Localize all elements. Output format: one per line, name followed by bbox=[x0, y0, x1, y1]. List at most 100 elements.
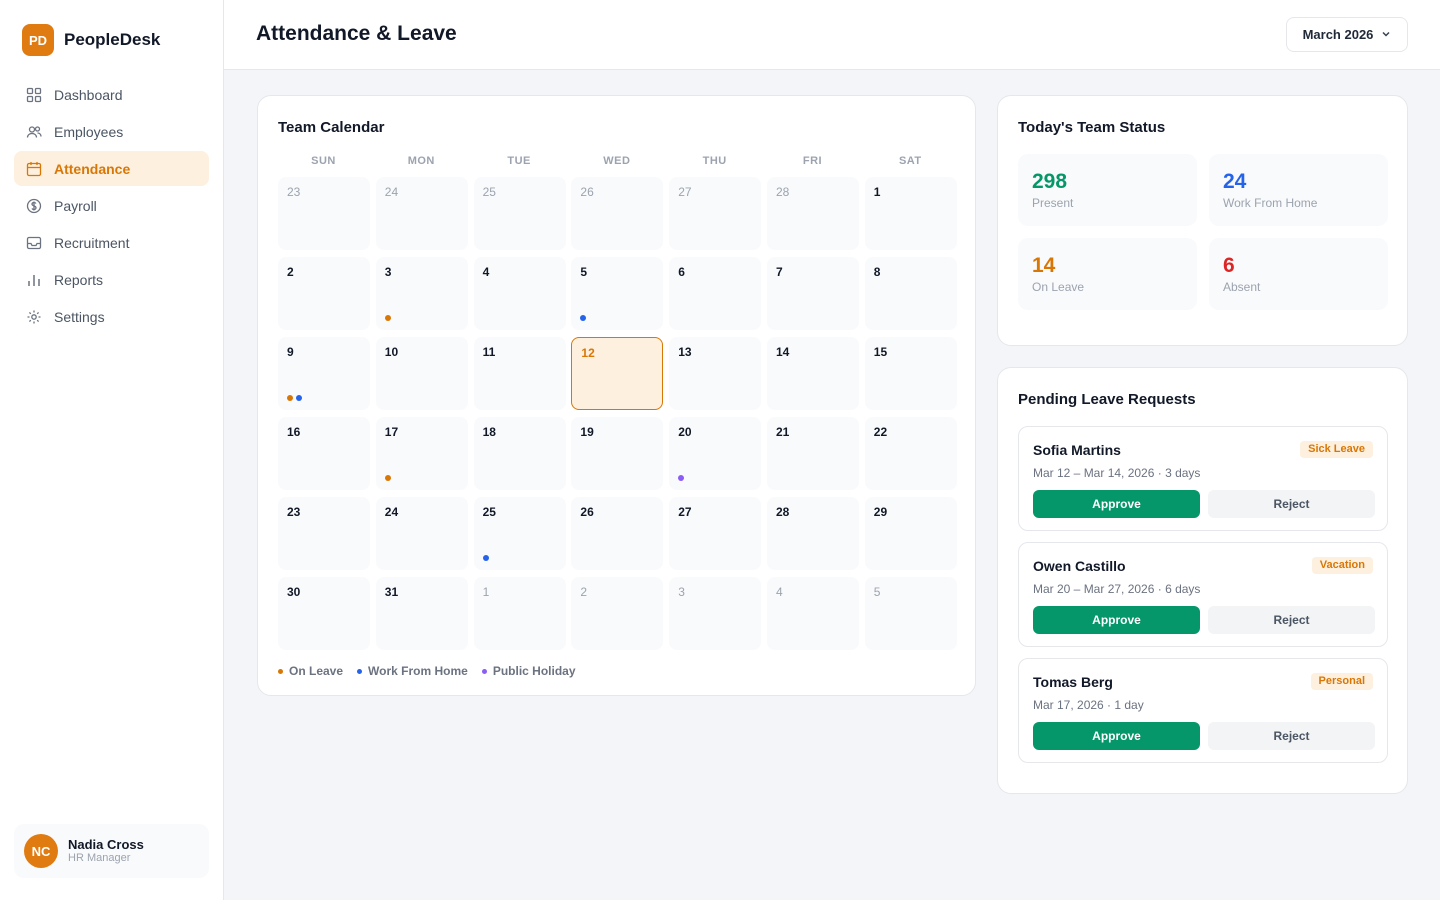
reject-button[interactable]: Reject bbox=[1208, 606, 1375, 634]
calendar-day[interactable]: 5 bbox=[571, 257, 664, 330]
calendar-day[interactable]: 4 bbox=[767, 577, 859, 650]
calendar-day[interactable]: 14 bbox=[767, 337, 859, 410]
calendar-day[interactable]: 31 bbox=[375, 577, 468, 650]
day-number: 6 bbox=[678, 265, 685, 279]
day-number: 4 bbox=[482, 265, 490, 279]
event-dots bbox=[580, 315, 587, 321]
month-selector[interactable]: March 2026 bbox=[1286, 17, 1408, 52]
dollar-icon bbox=[26, 198, 42, 214]
day-number: 23 bbox=[287, 185, 301, 199]
calendar-day[interactable]: 24 bbox=[375, 497, 468, 570]
sidebar-item-recruitment[interactable]: Recruitment bbox=[14, 225, 209, 260]
event-dots bbox=[287, 395, 302, 401]
day-number: 13 bbox=[678, 345, 692, 359]
calendar-day[interactable]: 28 bbox=[767, 497, 859, 570]
calendar-day[interactable]: 29 bbox=[864, 497, 957, 570]
legend-dot bbox=[278, 668, 283, 674]
calendar-day[interactable]: 15 bbox=[864, 337, 957, 410]
requester-name: Tomas Berg bbox=[1033, 674, 1113, 690]
calendar-day[interactable]: 1 bbox=[473, 577, 566, 650]
sidebar-item-attendance[interactable]: Attendance bbox=[14, 151, 209, 186]
legend-item-holiday: Public Holiday bbox=[481, 664, 576, 678]
page-title: Attendance & Leave bbox=[256, 22, 457, 45]
team-calendar-title: Team Calendar bbox=[278, 119, 385, 136]
day-number: 12 bbox=[581, 346, 595, 360]
stat-label: On Leave bbox=[1032, 280, 1085, 294]
stat-value: 298 bbox=[1032, 170, 1068, 193]
weekday-label: SAT bbox=[898, 155, 922, 167]
stat-work-from-home: 24 Work From Home bbox=[1209, 154, 1388, 226]
day-number: 17 bbox=[384, 425, 399, 439]
sidebar-item-dashboard[interactable]: Dashboard bbox=[14, 77, 209, 112]
legend-label: Work From Home bbox=[368, 664, 468, 678]
calendar-day[interactable]: 27 bbox=[669, 497, 762, 570]
leave-request-item: Tomas Berg Personal Mar 17, 2026 · 1 day… bbox=[1018, 658, 1388, 763]
approve-button[interactable]: Approve bbox=[1033, 722, 1200, 750]
calendar-day[interactable]: 24 bbox=[375, 177, 468, 250]
reject-button[interactable]: Reject bbox=[1208, 490, 1375, 518]
calendar-day[interactable]: 28 bbox=[767, 177, 859, 250]
calendar-day[interactable]: 18 bbox=[473, 417, 566, 490]
reject-button[interactable]: Reject bbox=[1208, 722, 1375, 750]
calendar-day[interactable]: 7 bbox=[767, 257, 859, 330]
day-number: 8 bbox=[873, 265, 881, 279]
day-number: 18 bbox=[482, 425, 496, 439]
calendar-day[interactable]: 1 bbox=[864, 177, 957, 250]
calendar-day[interactable]: 5 bbox=[864, 577, 957, 650]
calendar-day[interactable]: 9 bbox=[278, 337, 370, 410]
day-number: 1 bbox=[482, 585, 490, 599]
leave-event-dot bbox=[287, 395, 293, 401]
day-number: 3 bbox=[384, 265, 392, 279]
sidebar-item-employees[interactable]: Employees bbox=[14, 114, 209, 149]
calendar-day[interactable]: 22 bbox=[864, 417, 957, 490]
sidebar: PD PeopleDesk Dashboard Employees Attend… bbox=[0, 0, 224, 900]
calendar-day[interactable]: 23 bbox=[278, 497, 370, 570]
calendar-day[interactable]: 11 bbox=[473, 337, 566, 410]
stat-present: 298 Present bbox=[1018, 154, 1197, 226]
calendar-day[interactable]: 19 bbox=[571, 417, 664, 490]
calendar-day[interactable]: 23 bbox=[278, 177, 370, 250]
brand-name: PeopleDesk bbox=[64, 30, 161, 49]
calendar-day[interactable]: 2 bbox=[571, 577, 664, 650]
calendar-day[interactable]: 13 bbox=[669, 337, 762, 410]
calendar-day[interactable]: 2 bbox=[278, 257, 370, 330]
calendar-day[interactable]: 26 bbox=[571, 497, 664, 570]
calendar-day[interactable]: 20 bbox=[669, 417, 762, 490]
stat-label: Present bbox=[1032, 196, 1074, 210]
approve-button[interactable]: Approve bbox=[1033, 606, 1200, 634]
user-profile[interactable]: NC Nadia Cross HR Manager bbox=[14, 824, 209, 878]
calendar-day[interactable]: 25 bbox=[473, 177, 566, 250]
day-number: 28 bbox=[776, 505, 790, 519]
calendar-day[interactable]: 30 bbox=[278, 577, 370, 650]
calendar-day-today[interactable]: 12 bbox=[571, 337, 664, 410]
day-number: 11 bbox=[482, 345, 496, 359]
stat-label: Absent bbox=[1223, 280, 1261, 294]
day-number: 14 bbox=[776, 345, 790, 359]
day-number: 5 bbox=[580, 265, 588, 279]
calendar-day[interactable]: 3 bbox=[669, 577, 762, 650]
users-icon bbox=[26, 124, 42, 140]
calendar-day[interactable]: 16 bbox=[278, 417, 370, 490]
calendar-day[interactable]: 25 bbox=[473, 497, 566, 570]
sidebar-item-settings[interactable]: Settings bbox=[14, 299, 209, 334]
calendar-day[interactable]: 6 bbox=[669, 257, 762, 330]
approve-button[interactable]: Approve bbox=[1033, 490, 1200, 518]
brand[interactable]: PD PeopleDesk bbox=[22, 24, 160, 56]
stat-label: Work From Home bbox=[1223, 196, 1318, 210]
day-number: 22 bbox=[873, 425, 888, 439]
day-number: 5 bbox=[873, 585, 881, 599]
calendar-day[interactable]: 10 bbox=[375, 337, 468, 410]
calendar-day[interactable]: 27 bbox=[669, 177, 762, 250]
legend-label: Public Holiday bbox=[492, 664, 576, 678]
calendar-day[interactable]: 8 bbox=[864, 257, 957, 330]
month-selector-value: March 2026 bbox=[1302, 27, 1374, 42]
sidebar-item-payroll[interactable]: Payroll bbox=[14, 188, 209, 223]
calendar-day[interactable]: 4 bbox=[473, 257, 566, 330]
day-number: 24 bbox=[384, 185, 399, 199]
calendar-day[interactable]: 3 bbox=[375, 257, 468, 330]
calendar-day[interactable]: 17 bbox=[375, 417, 468, 490]
sidebar-item-label: Reports bbox=[54, 271, 104, 288]
calendar-day[interactable]: 26 bbox=[571, 177, 664, 250]
calendar-day[interactable]: 21 bbox=[767, 417, 859, 490]
sidebar-item-reports[interactable]: Reports bbox=[14, 262, 209, 297]
